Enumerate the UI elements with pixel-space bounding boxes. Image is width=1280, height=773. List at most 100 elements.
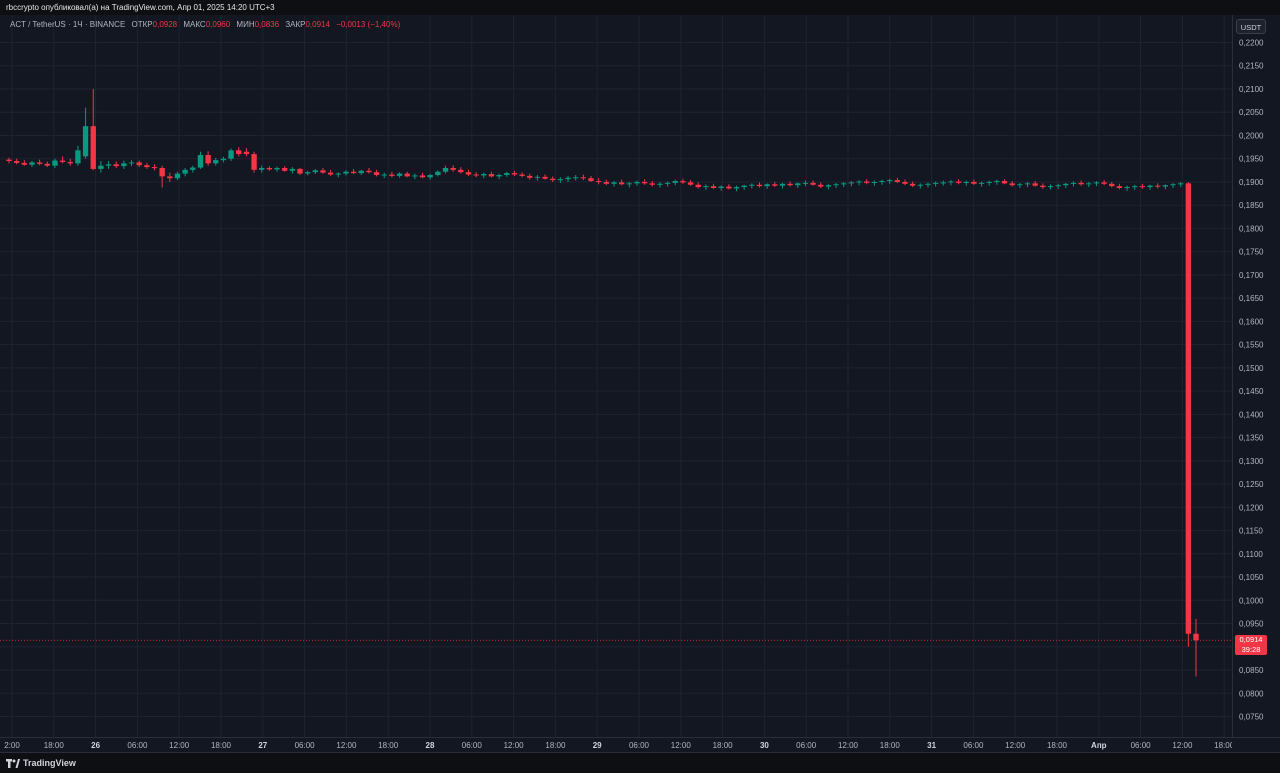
candle-body bbox=[595, 181, 602, 183]
tradingview-logo-icon bbox=[6, 759, 20, 769]
price-tick-label: 0,1650 bbox=[1239, 294, 1264, 303]
candle-body bbox=[886, 180, 893, 182]
time-tick-label: 06:00 bbox=[127, 741, 148, 750]
time-tick-label: 28 bbox=[426, 741, 435, 750]
price-tick-label: 0,1350 bbox=[1239, 434, 1264, 443]
price-tick-label: 0,2200 bbox=[1239, 39, 1264, 48]
candle bbox=[818, 182, 824, 188]
candle-body bbox=[909, 183, 916, 186]
price-tick-label: 0,1300 bbox=[1239, 457, 1264, 466]
candle-body bbox=[174, 173, 181, 179]
candle-body bbox=[442, 168, 449, 172]
candle-body bbox=[297, 168, 303, 174]
price-tick-label: 0,0950 bbox=[1239, 620, 1264, 629]
time-tick-label: 29 bbox=[593, 741, 602, 750]
candle bbox=[871, 180, 878, 186]
candle-body bbox=[1124, 187, 1130, 189]
candle-body bbox=[672, 181, 678, 183]
candle-body bbox=[1070, 182, 1077, 184]
high-value: 0,0960 bbox=[205, 20, 231, 29]
candle bbox=[864, 179, 870, 185]
time-tick-label: 12:00 bbox=[169, 741, 190, 750]
candlestick-chart[interactable] bbox=[0, 15, 1232, 737]
price-tick-label: 0,2000 bbox=[1239, 131, 1264, 140]
candle-body bbox=[404, 173, 410, 177]
candle-body bbox=[1170, 184, 1176, 186]
candle-body bbox=[1155, 185, 1161, 187]
candle bbox=[297, 168, 303, 175]
candle bbox=[67, 158, 73, 166]
candle-body bbox=[534, 176, 541, 178]
chart-area[interactable] bbox=[0, 15, 1232, 737]
price-tick-label: 0,1900 bbox=[1239, 178, 1264, 187]
candle bbox=[802, 180, 809, 187]
candle bbox=[1124, 185, 1130, 191]
price-tick-label: 0,0800 bbox=[1239, 689, 1264, 698]
candle bbox=[167, 172, 173, 182]
candle bbox=[779, 182, 786, 189]
candle-body bbox=[504, 173, 510, 175]
candle-body bbox=[1093, 182, 1100, 184]
candle-body bbox=[856, 181, 862, 183]
candle-body bbox=[932, 182, 939, 184]
candle bbox=[435, 170, 441, 177]
candle bbox=[1185, 181, 1192, 647]
candle bbox=[1055, 183, 1061, 189]
price-tick-label: 0,1750 bbox=[1239, 248, 1264, 257]
candle-body bbox=[358, 170, 364, 174]
low-value: 0,0836 bbox=[254, 20, 280, 29]
candle-body bbox=[879, 181, 885, 183]
price-axis[interactable]: 0,2200 0,2150 0,2100 0,2050 0,2000 0,1950 0,19… bbox=[1232, 15, 1280, 737]
candle-body bbox=[136, 162, 142, 166]
candle bbox=[259, 165, 265, 173]
candle bbox=[841, 181, 847, 188]
candle bbox=[603, 179, 610, 186]
candle-body bbox=[764, 184, 770, 187]
candle-body bbox=[810, 182, 816, 185]
price-tick-label: 0,1100 bbox=[1239, 550, 1263, 559]
candle-body bbox=[251, 154, 257, 170]
candle-body bbox=[75, 150, 81, 164]
price-tick-label: 0,0750 bbox=[1239, 713, 1264, 722]
price-tick-label: 0,1550 bbox=[1239, 341, 1264, 350]
candle bbox=[1147, 184, 1153, 190]
price-tick-label: 0,1250 bbox=[1239, 480, 1264, 489]
candle-body bbox=[1101, 182, 1107, 184]
candle-body bbox=[1047, 186, 1054, 188]
candle-body bbox=[190, 167, 196, 170]
time-tick-label: 18:00 bbox=[1047, 741, 1068, 750]
candle bbox=[565, 175, 571, 182]
price-tick-label: 0,1450 bbox=[1239, 387, 1264, 396]
candle bbox=[75, 145, 81, 166]
time-axis[interactable]: 2:00 18:00 26 06:00 12:00 18:00 27 06:00 12:00 18… bbox=[0, 737, 1280, 752]
price-tick-label: 0,1000 bbox=[1239, 596, 1264, 605]
candle bbox=[1170, 182, 1176, 188]
candle-body bbox=[151, 167, 158, 169]
candle-body bbox=[381, 174, 387, 176]
candle bbox=[396, 172, 403, 178]
candle-body bbox=[795, 183, 801, 186]
symbol-label[interactable]: ACT / TetherUS · 1Ч · BINANCE bbox=[10, 20, 125, 29]
candle-body bbox=[894, 180, 901, 182]
candle bbox=[320, 168, 326, 174]
candle-body bbox=[756, 184, 763, 187]
candle bbox=[925, 182, 931, 188]
candle bbox=[1024, 181, 1031, 188]
candle bbox=[657, 181, 663, 188]
candle bbox=[366, 168, 372, 174]
candle bbox=[21, 160, 27, 166]
candle-body bbox=[649, 183, 655, 185]
candle-body bbox=[1040, 185, 1046, 188]
candle bbox=[36, 159, 43, 166]
tradingview-logo[interactable]: TradingView bbox=[6, 758, 76, 769]
time-tick-label: 18:00 bbox=[880, 741, 901, 750]
candle bbox=[542, 174, 548, 180]
currency-badge[interactable]: USDT bbox=[1236, 19, 1266, 34]
candle-body bbox=[1193, 633, 1199, 641]
candle-body bbox=[282, 168, 288, 171]
candle-body bbox=[373, 172, 380, 175]
candle-body bbox=[726, 186, 732, 189]
candle bbox=[236, 147, 242, 157]
candle-body bbox=[618, 182, 625, 185]
candle-body bbox=[772, 184, 778, 186]
